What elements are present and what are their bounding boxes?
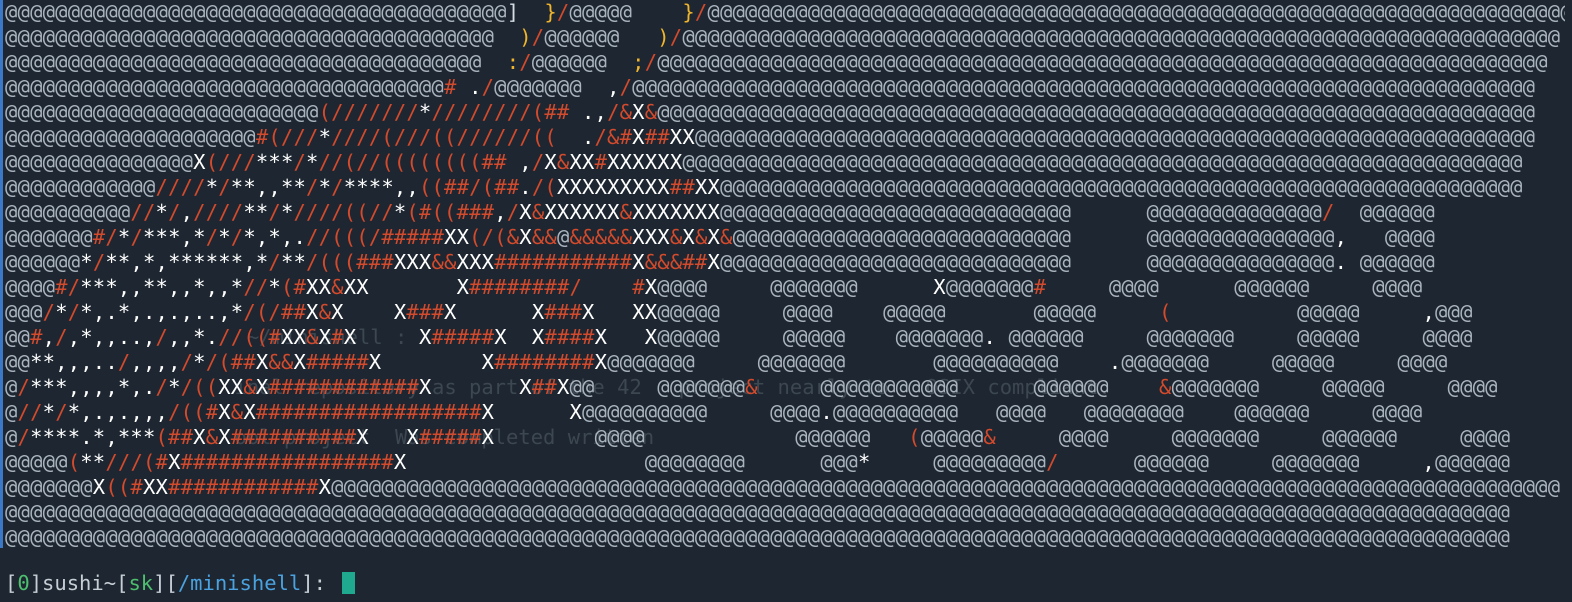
prompt-close-bracket: ]	[29, 571, 43, 595]
terminal-window[interactable]: ~/minishell : inal repository as part of…	[0, 0, 1572, 602]
ascii-art-line: @@@@@(**///(#X#################X @@@@@@@…	[5, 450, 1511, 474]
ascii-art-line: @/***,,,,*,./*/((XX&X############X X##X@…	[5, 375, 1498, 399]
ascii-art-line: @@@@@@@@@@@@@@@@@@@@@@@@@@@@@@@@@@@# ./@…	[5, 75, 1536, 99]
ascii-art-line: @@@@#/***,,**,,*,,*//*(#XX&XX X########/…	[5, 275, 1423, 299]
ascii-art-line: @@@@@@*/**,*,******,*/**/(((###XXX&&XXX#…	[5, 250, 1435, 274]
ascii-art-line: @@**,,,../,,,,/*/(##X&&X#####X X########…	[5, 350, 1448, 374]
ascii-art-line: @@@@@@@@@@@@@@@@@@@@#(///*////(///((////…	[5, 125, 1536, 149]
ascii-art-line: @@@@@@@@@@@@@@@@@@@@@@@@@(///////*//////…	[5, 100, 1536, 124]
prompt-dir-open: [	[165, 571, 178, 595]
ascii-art-line: @@@@@@@#/*/***,*/*/*,*,.//(((/#####XX(/(…	[5, 225, 1435, 249]
ascii-art-line: @@@@@@@@@@@@////*/**,,**/*/****,,((##/(#…	[5, 175, 1523, 199]
prompt-user-host: sushi~	[42, 571, 117, 595]
prompt-git-branch: sk	[128, 571, 154, 595]
ascii-art-line: @/****.*,***(##X&X##########X X#####X @@…	[5, 425, 1511, 449]
ascii-art-line: @@@@@@@@@@@@@@@@@@@@@@@@@@@@@@@@@@@@@@@ …	[5, 25, 1561, 49]
prompt-branch-close: ]	[153, 571, 166, 595]
ascii-art-line: @@#,/,*,,..,/,,*.//((#XX&X#X X#####X X##…	[5, 325, 1473, 349]
ascii-art-line: @@@@@@@@@@//*/,////**/*////((//*(#((###,…	[5, 200, 1435, 224]
ascii-art-line: @@@@@@@@@@@@@@@@@@@@@@@@@@@@@@@@@@@@@@@@…	[5, 0, 1565, 24]
prompt-open-bracket: [	[5, 571, 18, 595]
ascii-art-line: @@@@@@@@@@@@@@@@@@@@@@@@@@@@@@@@@@@@@@ :…	[5, 50, 1548, 74]
ascii-art-line: @@@@@@@@@@@@@@@@@@@@@@@@@@@@@@@@@@@@@@@@…	[5, 500, 1511, 524]
ascii-art-line: @@@@@@@@@@@@@@@X(///***/*//(//((((((((##…	[5, 150, 1523, 174]
ascii-art-line: @@@@@@@@@@@@@@@@@@@@@@@@@@@@@@@@@@@@@@@@…	[5, 525, 1511, 549]
ascii-art-line: @@@/*/*,.*,.,.,..,*/(/##X&X X###X X###X …	[5, 300, 1473, 324]
shell-prompt-line[interactable]: [0]sushi~[sk][/minishell]:	[5, 571, 356, 596]
prompt-exit-code: 0	[17, 571, 30, 595]
prompt-directory: /minishell	[177, 571, 302, 595]
text-cursor[interactable]	[342, 572, 356, 594]
ascii-art-banner: @@@@@@@@@@@@@@@@@@@@@@@@@@@@@@@@@@@@@@@@…	[5, 0, 1565, 550]
ascii-art-line: @@@@@@@X((#XX############X@@@@@@@@@@@@@@…	[5, 475, 1561, 499]
prompt-suffix: :	[313, 571, 339, 595]
ascii-art-line: @//*/*,.,.,,,/((#X&X##################X …	[5, 400, 1423, 424]
prompt-dir-close: ]	[301, 571, 314, 595]
prompt-branch-open: [	[116, 571, 129, 595]
